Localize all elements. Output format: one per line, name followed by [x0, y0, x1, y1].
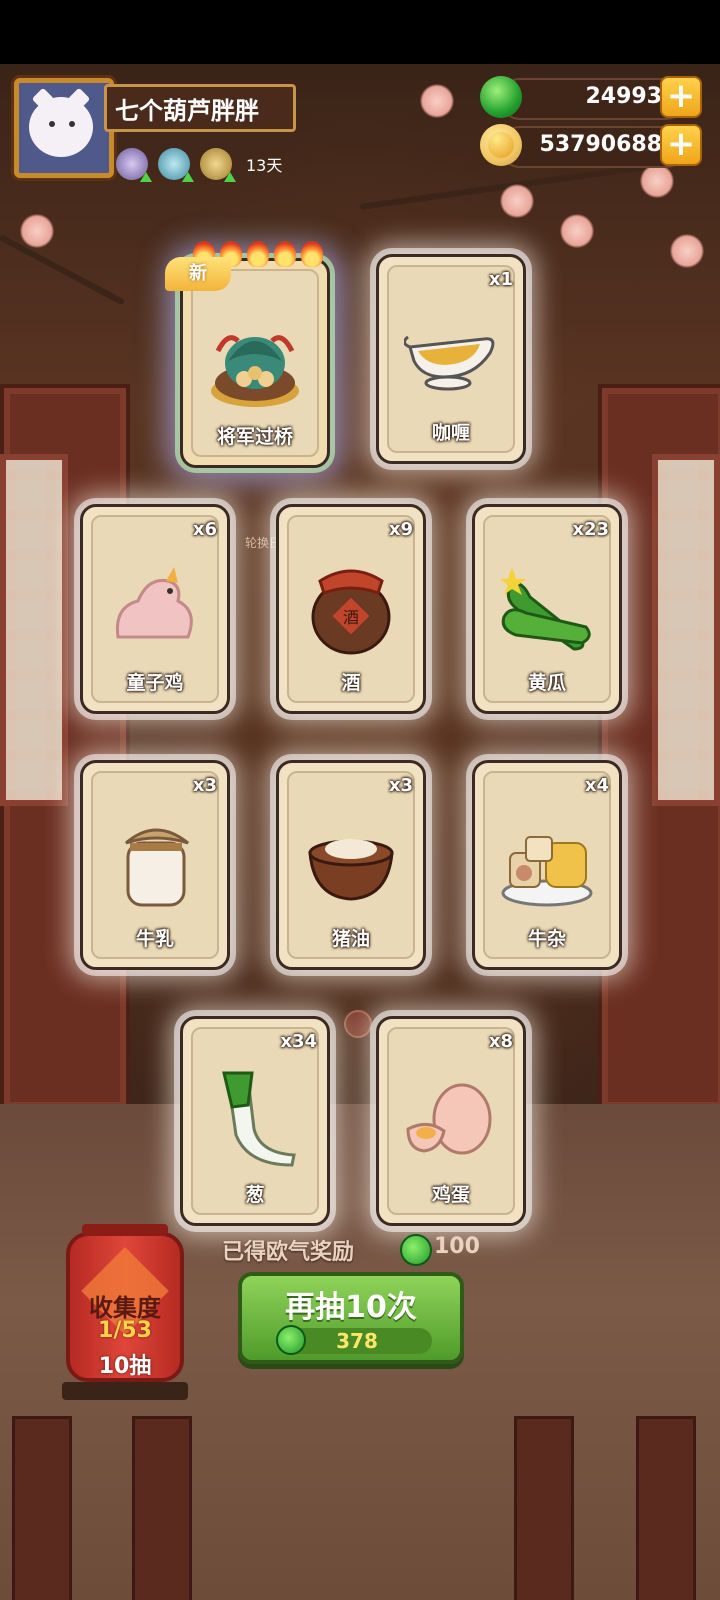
card-spring-chicken[interactable]: x6 童子鸡 [80, 504, 230, 714]
flame-icon [247, 241, 269, 267]
card-quantity: x9 [388, 519, 413, 540]
card-quantity: x3 [388, 775, 413, 796]
svg-text:酒: 酒 [343, 608, 359, 627]
card-label: 酒 [341, 672, 361, 694]
egg-icon [406, 1083, 492, 1155]
coin-counter: 53790688 + [480, 124, 702, 168]
avatar-face [29, 97, 93, 157]
draw-cost: 378 [336, 1329, 378, 1353]
avatar-eye [69, 121, 75, 127]
card-curry[interactable]: x1 咖喱 [376, 254, 526, 464]
up-arrow-icon [182, 172, 194, 182]
chef-buff-icon[interactable] [116, 148, 152, 182]
fish-platter-icon [211, 335, 299, 407]
up-arrow-icon [224, 172, 236, 182]
reward-amount: 100 [434, 1234, 480, 1259]
dish-buff-icon[interactable] [158, 148, 194, 182]
offal-plate-icon [501, 836, 593, 907]
card-scallion[interactable]: x34 葱 [180, 1016, 330, 1226]
lard-bowl-icon [308, 839, 394, 901]
new-badge: 新 [165, 257, 231, 291]
lantern-cap [82, 1224, 168, 1236]
card-quantity: x4 [584, 775, 609, 796]
chicken-icon [115, 567, 193, 639]
gem-amount: 24993 [585, 84, 662, 109]
card-label: 黄瓜 [527, 672, 566, 694]
center-ornament [344, 1010, 372, 1038]
cherry-blossom [670, 234, 704, 268]
blossom-branch [0, 234, 126, 306]
cherry-blossom [500, 184, 534, 218]
left-window-lattice [0, 454, 68, 806]
card-label: 牛乳 [135, 928, 174, 950]
card-quantity: x3 [192, 775, 217, 796]
card-cucumber[interactable]: x23 黄瓜 [472, 504, 622, 714]
card-label: 童子鸡 [126, 672, 184, 694]
card-quantity: x1 [488, 269, 513, 290]
collection-progress: 1/53 [98, 1318, 152, 1343]
draw-cost-bar: 378 [276, 1325, 432, 1355]
cherry-blossom [20, 214, 54, 248]
card-quantity: x34 [280, 1031, 317, 1052]
player-avatar[interactable] [14, 78, 114, 178]
wine-jar-icon: 酒 [311, 569, 391, 655]
card-label: 鸡蛋 [431, 1184, 470, 1206]
card-label: 牛杂 [527, 928, 566, 950]
card-egg[interactable]: x8 鸡蛋 [376, 1016, 526, 1226]
buff-status-row: 13天 [116, 146, 282, 182]
add-coins-button[interactable]: + [660, 124, 702, 166]
card-special-dish[interactable]: 新 将军过桥 [165, 241, 330, 468]
card-quantity: x8 [488, 1031, 513, 1052]
coin-amount: 53790688 [539, 132, 662, 157]
fence-post-right-2 [636, 1416, 696, 1600]
lantern-stand [62, 1382, 188, 1400]
buff-days-remaining: 13天 [246, 156, 283, 175]
card-milk[interactable]: x3 牛乳 [80, 760, 230, 970]
tool-buff-icon[interactable] [200, 148, 236, 182]
cherry-blossom [420, 84, 454, 118]
draw-again-label: 再抽10次 [285, 1290, 417, 1325]
milk-jar-icon [125, 828, 189, 907]
gem-counter: 24993 + [480, 76, 702, 120]
cucumber-icon [500, 567, 591, 651]
card-label: 将军过桥 [216, 426, 293, 448]
reward-label: 已得欧气奖励 [222, 1240, 355, 1265]
right-window-lattice [652, 454, 720, 806]
collection-draws: 10抽 [98, 1354, 152, 1379]
fence-post-left-1 [12, 1416, 72, 1600]
gacha-result-scene: 七个葫芦胖胖 13天 24993 + 53790688 + 新 将军过桥 轮换日… [0, 64, 720, 1600]
flame-icon [274, 241, 296, 267]
card-quantity: x23 [572, 519, 609, 540]
collection-lantern[interactable]: 收集度 1/53 10抽 [66, 1224, 184, 1382]
card-label: 猪油 [331, 928, 370, 950]
fence-post-right-1 [514, 1416, 574, 1600]
gravy-boat-icon [404, 335, 495, 391]
green-gem-icon [400, 1234, 432, 1266]
cherry-blossom [560, 214, 594, 248]
avatar-eye [49, 121, 55, 127]
flame-icon [301, 241, 323, 267]
card-label: 咖喱 [431, 422, 470, 444]
cherry-blossom [640, 164, 674, 198]
card-label: 葱 [245, 1184, 265, 1206]
player-name: 七个葫芦胖胖 [104, 84, 296, 132]
card-wine[interactable]: 酒 x9 酒 [276, 504, 426, 714]
card-quantity: x6 [192, 519, 217, 540]
fence-post-left-2 [132, 1416, 192, 1600]
card-beef-offal[interactable]: x4 牛杂 [472, 760, 622, 970]
card-lard[interactable]: x3 猪油 [276, 760, 426, 970]
up-arrow-icon [140, 172, 152, 182]
scallion-icon [222, 1071, 296, 1167]
draw-again-button[interactable]: 再抽10次 378 [238, 1272, 464, 1364]
add-gems-button[interactable]: + [660, 76, 702, 118]
